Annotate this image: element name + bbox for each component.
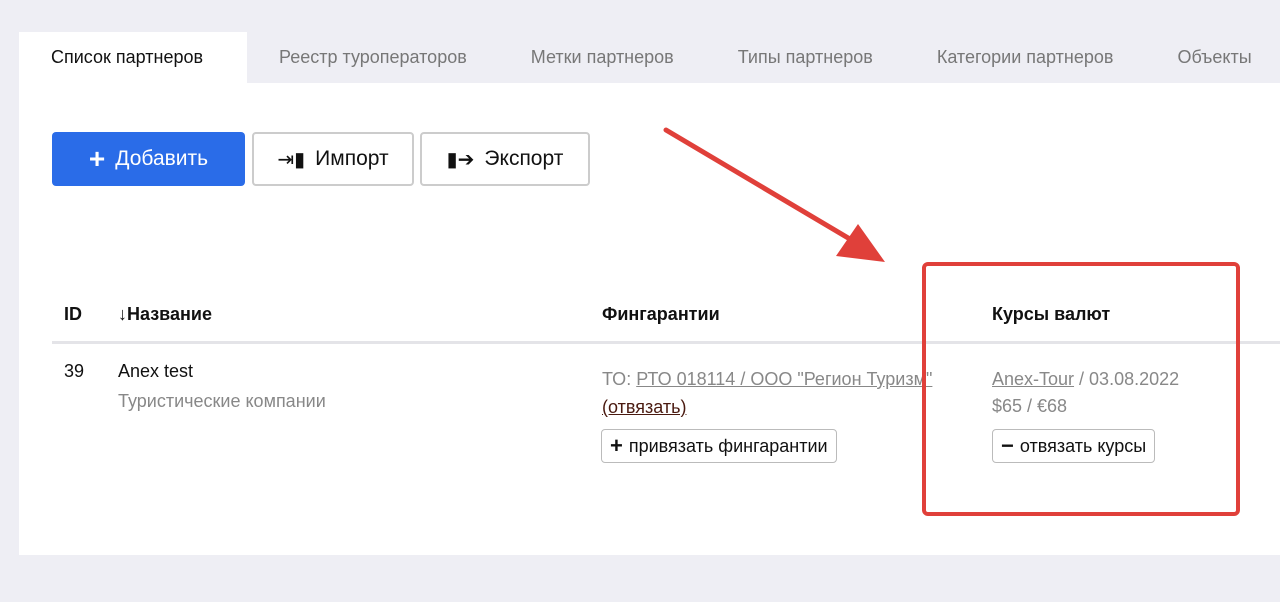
- annotation-arrow-icon: [663, 127, 885, 262]
